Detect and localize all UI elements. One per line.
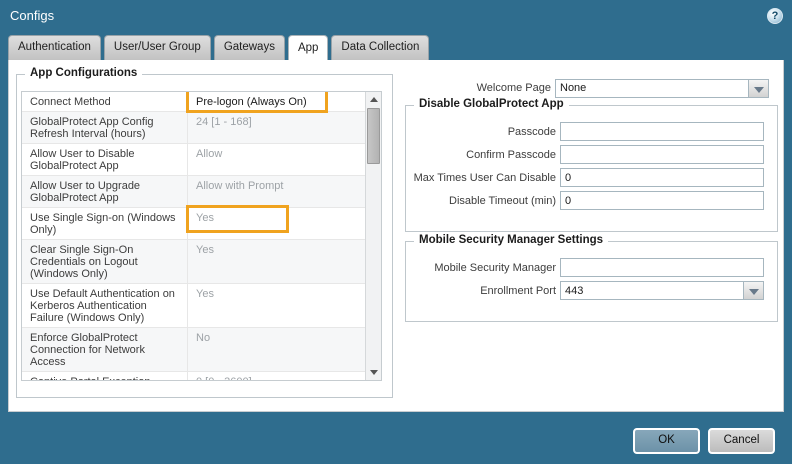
table-row: Use Single Sign-on (Windows Only) Yes — [22, 205, 365, 240]
field-label: Disable Timeout (min) — [449, 194, 556, 207]
field-label: Enrollment Port — [480, 284, 556, 297]
dialog-titlebar: Configs ? — [0, 0, 792, 35]
msm-settings-fieldset: Mobile Security Manager Settings Mobile … — [405, 234, 778, 322]
setting-value[interactable]: Allow — [188, 144, 365, 175]
chevron-down-icon — [754, 86, 764, 93]
app-configurations-legend: App Configurations — [25, 67, 143, 79]
table-row: Allow User to Disable GlobalProtect App … — [22, 144, 365, 176]
table-row: GlobalProtect App Config Refresh Interva… — [22, 112, 365, 144]
disable-globalprotect-fields: Passcode Confirm Passcode Max Times User… — [406, 122, 777, 210]
setting-label: Allow User to Disable GlobalProtect App — [22, 144, 188, 175]
setting-label: Use Single Sign-on (Windows Only) — [22, 208, 188, 239]
enrollment-port-input[interactable] — [560, 281, 743, 300]
mobile-security-manager-input[interactable] — [560, 258, 764, 277]
table-row: Allow User to Upgrade GlobalProtect App … — [22, 176, 365, 208]
disable-timeout-min--input[interactable] — [560, 191, 764, 210]
setting-value[interactable]: Yes — [188, 284, 365, 327]
setting-value[interactable]: 0 [0 - 3600] — [188, 372, 365, 380]
setting-label: Clear Single Sign-On Credentials on Logo… — [22, 240, 188, 283]
setting-label: Allow User to Upgrade GlobalProtect App — [22, 176, 188, 207]
msm-settings-fields: Mobile Security Manager Enrollment Port — [406, 258, 777, 300]
app-configurations-fieldset: App Configurations Connect Method Pre-lo… — [16, 67, 393, 398]
ok-button[interactable]: OK — [633, 428, 700, 454]
welcome-page-dropdown-button[interactable] — [748, 78, 769, 98]
passcode-input[interactable] — [560, 122, 764, 141]
max-times-user-can-disable-input[interactable] — [560, 168, 764, 187]
setting-value[interactable]: No — [188, 328, 365, 371]
help-icon[interactable]: ? — [767, 8, 783, 24]
table-scrollbar[interactable] — [365, 92, 381, 380]
form-row: Enrollment Port — [406, 281, 769, 300]
tab-data-collection[interactable]: Data Collection — [331, 35, 430, 60]
scrollbar-thumb[interactable] — [367, 108, 380, 164]
form-row: Disable Timeout (min) — [406, 191, 769, 210]
app-config-table: Connect Method Pre-logon (Always On) Glo… — [21, 91, 382, 381]
annotation-highlight-box — [186, 205, 289, 233]
tab-gateways[interactable]: Gateways — [213, 35, 285, 60]
welcome-page-value[interactable] — [555, 78, 748, 98]
table-row: Captive Portal Exception Timeout (sec) 0… — [22, 372, 365, 380]
form-row: Max Times User Can Disable — [406, 168, 769, 187]
dropdown-button[interactable] — [743, 281, 764, 300]
cancel-button[interactable]: Cancel — [708, 428, 775, 454]
field-label: Mobile Security Manager — [434, 261, 556, 274]
setting-label: GlobalProtect App Config Refresh Interva… — [22, 112, 188, 143]
setting-label: Captive Portal Exception Timeout (sec) — [22, 372, 188, 380]
setting-label: Enforce GlobalProtect Connection for Net… — [22, 328, 188, 371]
tab-app[interactable]: App — [287, 35, 329, 61]
app-config-rows: Connect Method Pre-logon (Always On) Glo… — [22, 92, 365, 380]
chevron-down-icon — [749, 289, 759, 295]
msm-settings-legend: Mobile Security Manager Settings — [414, 234, 609, 246]
scroll-down-icon[interactable] — [366, 365, 381, 380]
field-label: Max Times User Can Disable — [413, 171, 556, 184]
tab-user-user-group[interactable]: User/User Group — [103, 35, 211, 60]
annotation-highlight-box — [186, 92, 328, 113]
field-label: Confirm Passcode — [466, 148, 556, 161]
confirm-passcode-input[interactable] — [560, 145, 764, 164]
field-label: Passcode — [507, 125, 556, 138]
dialog-title: Configs — [10, 8, 55, 23]
table-row: Use Default Authentication on Kerberos A… — [22, 284, 365, 328]
setting-label: Connect Method — [22, 92, 188, 111]
welcome-page-row: Welcome Page — [405, 78, 777, 98]
dialog-content: App Configurations Connect Method Pre-lo… — [8, 60, 784, 412]
table-row: Connect Method Pre-logon (Always On) — [22, 92, 365, 113]
table-row: Enforce GlobalProtect Connection for Net… — [22, 328, 365, 372]
table-row: Clear Single Sign-On Credentials on Logo… — [22, 240, 365, 284]
form-row: Passcode — [406, 122, 769, 141]
form-row: Mobile Security Manager — [406, 258, 769, 277]
setting-value[interactable]: Pre-logon (Always On) — [186, 92, 365, 113]
welcome-page-dropdown — [555, 78, 769, 98]
tab-authentication[interactable]: Authentication — [8, 35, 101, 60]
disable-globalprotect-legend: Disable GlobalProtect App — [414, 98, 569, 110]
disable-globalprotect-fieldset: Disable GlobalProtect App Passcode Confi… — [405, 98, 778, 232]
tab-strip: Authentication User/User Group Gateways … — [8, 35, 430, 61]
setting-label: Use Default Authentication on Kerberos A… — [22, 284, 188, 327]
setting-value[interactable]: 24 [1 - 168] — [188, 112, 365, 143]
welcome-page-label: Welcome Page — [476, 82, 551, 94]
dropdown — [560, 281, 764, 300]
form-row: Confirm Passcode — [406, 145, 769, 164]
scroll-up-icon[interactable] — [366, 92, 381, 107]
setting-value[interactable]: Yes — [188, 240, 365, 283]
setting-value[interactable]: Allow with Prompt — [188, 176, 365, 207]
setting-value[interactable]: Yes — [186, 205, 365, 239]
